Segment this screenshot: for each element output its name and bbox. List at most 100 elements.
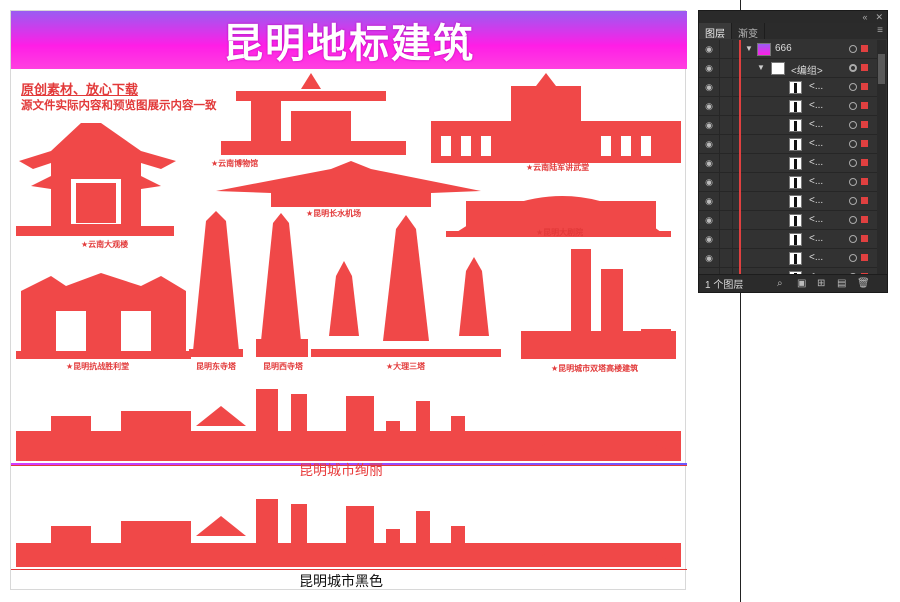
target-icon[interactable] [849, 254, 857, 262]
lock-toggle[interactable] [719, 172, 733, 192]
item-name[interactable]: <... [809, 252, 823, 263]
eye-icon[interactable]: ◉ [699, 101, 719, 112]
selection-square[interactable] [861, 235, 868, 242]
lock-toggle[interactable] [719, 210, 733, 230]
target-icon[interactable] [849, 197, 857, 205]
item-thumbnail [789, 195, 802, 208]
close-icon[interactable]: ✕ [875, 12, 883, 23]
selection-square[interactable] [861, 140, 868, 147]
group-thumbnail [771, 62, 785, 75]
item-thumbnail [789, 176, 802, 189]
artboard[interactable]: 昆明地标建筑 原创素材、放心下载 源文件实际内容和预览图展示内容一致 ★云南博物… [10, 10, 687, 590]
panel-title-bar[interactable]: « ✕ [699, 11, 887, 23]
lock-toggle[interactable] [719, 134, 733, 154]
selection-square[interactable] [861, 83, 868, 90]
target-icon[interactable] [849, 216, 857, 224]
item-row[interactable]: ◉ <... [699, 77, 879, 97]
group-name[interactable]: <编组> [791, 62, 823, 77]
expand-triangle-icon[interactable]: ▼ [745, 44, 753, 53]
target-icon[interactable] [849, 64, 857, 72]
panel-footer: 1 个图层 ⌕ ▣ ⊞ ▤ 🗑 [699, 274, 887, 292]
lock-toggle[interactable] [719, 77, 733, 97]
selection-square[interactable] [861, 159, 868, 166]
item-row[interactable]: ◉ <... [699, 115, 879, 135]
target-icon[interactable] [849, 159, 857, 167]
item-name[interactable]: <... [809, 119, 823, 130]
selection-square[interactable] [861, 216, 868, 223]
lock-toggle[interactable] [719, 191, 733, 211]
panel-menu-icon[interactable]: ≡ [873, 23, 887, 39]
layers-list[interactable]: ◉ ▼ 666 ◉ ▼ <编组> ◉ <... ◉ <... ◉ <... ◉ … [699, 40, 879, 280]
lock-toggle[interactable] [719, 153, 733, 173]
eye-icon[interactable]: ◉ [699, 82, 719, 93]
item-row[interactable]: ◉ <... [699, 210, 879, 230]
selection-square[interactable] [861, 102, 868, 109]
skyline-label-black: 昆明城市黑色 [299, 574, 383, 590]
lock-toggle[interactable] [719, 40, 733, 59]
selection-square[interactable] [861, 64, 868, 71]
lock-toggle[interactable] [719, 96, 733, 116]
target-icon[interactable] [849, 178, 857, 186]
layer-name[interactable]: 666 [775, 43, 792, 54]
item-row[interactable]: ◉ <... [699, 153, 879, 173]
item-name[interactable]: <... [809, 176, 823, 187]
tab-gradient[interactable]: 渐变 [732, 23, 765, 40]
collapse-icon[interactable]: « [862, 12, 867, 22]
layer-row[interactable]: ◉ ▼ 666 [699, 40, 879, 59]
item-name[interactable]: <... [809, 138, 823, 149]
selection-square[interactable] [861, 121, 868, 128]
new-layer-icon[interactable]: ▤ [837, 278, 846, 289]
item-name[interactable]: <... [809, 195, 823, 206]
target-icon[interactable] [849, 235, 857, 243]
layers-panel[interactable]: « ✕ 图层 渐变 ≡ ◉ ▼ 666 ◉ ▼ <编组> ◉ <... ◉ <.… [698, 10, 888, 293]
new-sublayer-icon[interactable]: ⊞ [817, 278, 825, 289]
expand-triangle-icon[interactable]: ▼ [757, 63, 765, 72]
tab-layers[interactable]: 图层 [699, 23, 732, 40]
divider-bottom [11, 569, 687, 570]
selection-square[interactable] [861, 197, 868, 204]
group-row[interactable]: ◉ ▼ <编组> [699, 58, 879, 78]
item-row[interactable]: ◉ <... [699, 172, 879, 192]
item-row[interactable]: ◉ <... [699, 134, 879, 154]
target-icon[interactable] [849, 45, 857, 53]
item-name[interactable]: <... [809, 214, 823, 225]
eye-icon[interactable]: ◉ [699, 139, 719, 150]
item-row[interactable]: ◉ <... [699, 96, 879, 116]
lujun-academy-silhouette [431, 73, 681, 163]
skyline-red-silhouette [16, 389, 681, 461]
scrollbar-thumb[interactable] [878, 54, 885, 84]
clip-mask-icon[interactable]: ▣ [797, 278, 806, 289]
search-icon[interactable]: ⌕ [777, 278, 783, 289]
eye-icon[interactable]: ◉ [699, 158, 719, 169]
item-row[interactable]: ◉ <... [699, 248, 879, 268]
caption-victory-hall: ★昆明抗战胜利堂 [66, 362, 130, 371]
target-icon[interactable] [849, 102, 857, 110]
item-name[interactable]: <... [809, 81, 823, 92]
target-icon[interactable] [849, 83, 857, 91]
lock-toggle[interactable] [719, 229, 733, 249]
eye-icon[interactable]: ◉ [699, 177, 719, 188]
item-row[interactable]: ◉ <... [699, 191, 879, 211]
lock-toggle[interactable] [719, 115, 733, 135]
target-icon[interactable] [849, 121, 857, 129]
eye-icon[interactable]: ◉ [699, 120, 719, 131]
eye-icon[interactable]: ◉ [699, 44, 719, 55]
selection-square[interactable] [861, 178, 868, 185]
lock-toggle[interactable] [719, 248, 733, 268]
eye-icon[interactable]: ◉ [699, 63, 719, 74]
eye-icon[interactable]: ◉ [699, 196, 719, 207]
trash-icon[interactable]: 🗑 [857, 278, 870, 289]
eye-icon[interactable]: ◉ [699, 215, 719, 226]
item-name[interactable]: <... [809, 157, 823, 168]
eye-icon[interactable]: ◉ [699, 253, 719, 264]
item-name[interactable]: <... [809, 100, 823, 111]
eye-icon[interactable]: ◉ [699, 234, 719, 245]
item-row[interactable]: ◉ <... [699, 229, 879, 249]
skyline-black-silhouette [16, 499, 681, 567]
layers-scrollbar[interactable] [877, 40, 886, 280]
lock-toggle[interactable] [719, 58, 733, 78]
selection-square[interactable] [861, 254, 868, 261]
target-icon[interactable] [849, 140, 857, 148]
item-name[interactable]: <... [809, 233, 823, 244]
selection-square[interactable] [861, 45, 868, 52]
